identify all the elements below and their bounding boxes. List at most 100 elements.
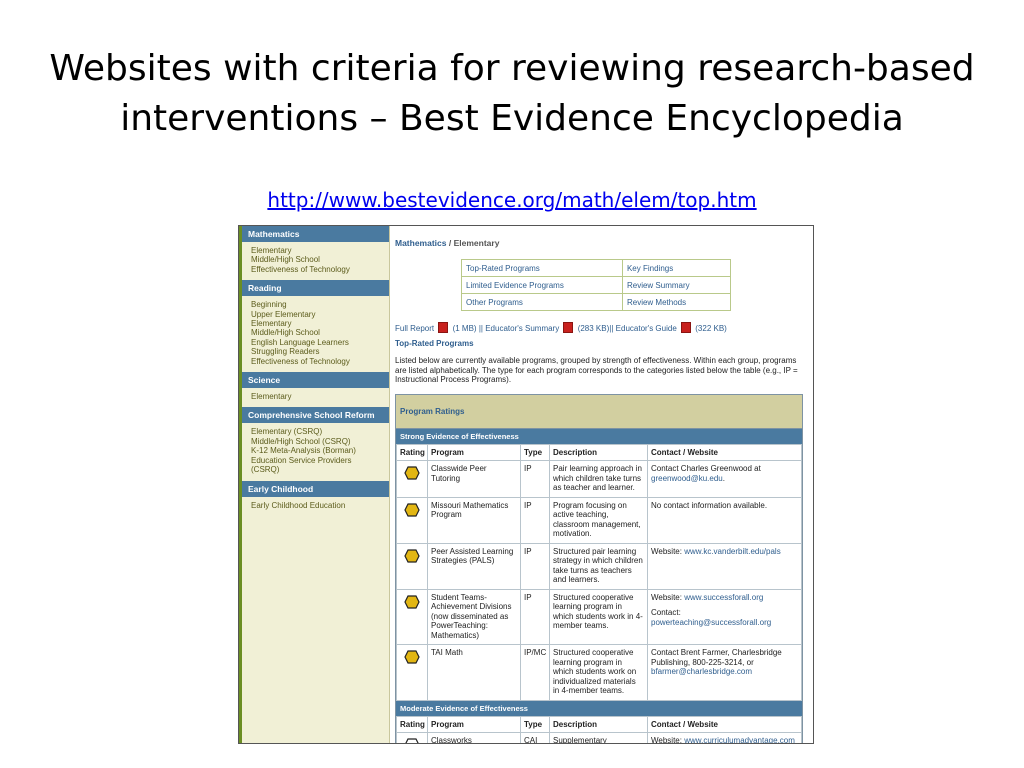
rating-cell [396, 644, 428, 701]
sidebar-item-education-service-providers[interactable]: Education Service Providers [251, 456, 381, 465]
slide-title: Websites with criteria for reviewing res… [0, 44, 1024, 144]
sidebar-list: Early Childhood Education [242, 497, 389, 516]
breadcrumb-mathematics[interactable]: Mathematics [395, 238, 447, 248]
sidebar-item-upper-elementary[interactable]: Upper Elementary [251, 310, 381, 319]
sidebar-item-elementary[interactable]: Elementary [251, 319, 381, 328]
sidebar-item-effectiveness-of-technology[interactable]: Effectiveness of Technology [251, 357, 381, 366]
contact-cell: Website: www.successforall.org Contact: po… [647, 588, 802, 645]
website-screenshot: Mathematics Elementary Middle/High School E… [238, 225, 814, 744]
rating-cell [396, 731, 428, 743]
rating-cell [396, 496, 428, 544]
contact-link[interactable]: www.curriculumadvantage.com [684, 736, 795, 744]
program-description: Structured cooperative learning program … [549, 644, 648, 701]
contact-link[interactable]: greenwood@ku.edu [651, 474, 723, 483]
ratings-table: Rating Program Type Description Contact / We… [396, 715, 802, 744]
sidebar-item-middle-high-school-csrq[interactable]: Middle/High School (CSRQ) [251, 437, 381, 446]
program-name: Missouri Mathematics Program [427, 496, 521, 544]
sidebar-item-middle-high-school[interactable]: Middle/High School [251, 328, 381, 337]
slide-url-link[interactable]: http://www.bestevidence.org/math/elem/to… [267, 188, 756, 212]
contact-link[interactable]: bfarmer@charlesbridge.com [651, 667, 752, 676]
program-ratings-table: Program Ratings Strong Evidence of Effec… [395, 394, 803, 744]
sidebar-section-comprehensive-school-reform: Comprehensive School Reform Elementary (C… [242, 407, 389, 480]
slide-url-link-container: http://www.bestevidence.org/math/elem/to… [0, 188, 1024, 212]
program-name: Classwide Peer Tutoring [427, 460, 521, 498]
sidebar-heading-science[interactable]: Science [242, 372, 389, 389]
program-name: Peer Assisted Learning Strategies (PALS) [427, 542, 521, 590]
nav-key-findings[interactable]: Key Findings [621, 259, 732, 277]
sidebar-item-english-language-learners[interactable]: English Language Learners [251, 338, 381, 347]
nav-review-summary[interactable]: Review Summary [621, 276, 732, 294]
table-row: Classwide Peer Tutoring IP Pair learning a… [396, 460, 802, 498]
sidebar-stripe [239, 226, 242, 743]
nav-review-methods[interactable]: Review Methods [621, 293, 732, 311]
sidebar-item-k-12-meta-analysis-borman[interactable]: K-12 Meta-Analysis (Borman) [251, 446, 381, 455]
sidebar-item-beginning[interactable]: Beginning [251, 300, 381, 309]
strong-evidence-rating-icon [404, 548, 420, 563]
sidebar-heading-reading[interactable]: Reading [242, 280, 389, 297]
contact-link[interactable]: www.kc.vanderbilt.edu/pals [684, 547, 781, 556]
column-header-rating: Rating [396, 444, 428, 461]
breadcrumb-elementary: Elementary [453, 238, 500, 248]
nav-other-programs[interactable]: Other Programs [461, 293, 623, 311]
intro-text: Listed below are currently available pro… [395, 356, 798, 384]
sidebar-item-elementary-csrq[interactable]: Elementary (CSRQ) [251, 427, 381, 436]
rating-groups: Strong Evidence of Effectiveness Rating Pr… [396, 429, 802, 744]
column-header-type: Type [520, 444, 550, 461]
nav-limited-evidence-programs[interactable]: Limited Evidence Programs [461, 276, 623, 294]
program-type: IP/MC [520, 644, 550, 701]
pdf-icon[interactable] [681, 322, 692, 333]
program-description: Structured cooperative learning program … [549, 588, 648, 645]
sidebar-item-effectiveness-of-technology[interactable]: Effectiveness of Technology [251, 265, 381, 274]
sidebar-list: Beginning Upper Elementary Elementary Middl… [242, 296, 389, 372]
slide-title-line-2: interventions – Best Evidence Encycloped… [120, 98, 904, 139]
column-header-program: Program [427, 715, 521, 733]
contact-text: No contact information available. [651, 500, 768, 510]
pdf-icon[interactable] [563, 322, 574, 333]
program-type: IP [520, 588, 550, 645]
evidence-band-strong-evidence-of-effectiveness: Strong Evidence of Effectiveness [396, 429, 802, 444]
strong-evidence-rating-icon [404, 502, 420, 517]
sidebar: Mathematics Elementary Middle/High School E… [239, 226, 390, 743]
moderate-evidence-rating-icon [405, 737, 419, 743]
column-header-type: Type [520, 715, 550, 733]
sidebar-heading-comprehensive-school-reform[interactable]: Comprehensive School Reform [242, 407, 389, 424]
program-type: IP [520, 496, 550, 544]
contact-text: Website: [651, 735, 685, 744]
sidebar-item-csrq[interactable]: (CSRQ) [251, 465, 381, 474]
educators-summary-link[interactable]: Educator's Summary [485, 324, 559, 333]
sidebar-sections: Mathematics Elementary Middle/High School E… [239, 226, 389, 516]
contact-link-2[interactable]: powerteaching@successforall.org [651, 618, 798, 628]
sidebar-heading-mathematics[interactable]: Mathematics [242, 226, 389, 242]
nav-top-rated-programs[interactable]: Top-Rated Programs [461, 259, 623, 277]
sidebar-item-middle-high-school[interactable]: Middle/High School [251, 255, 381, 264]
educators-summary-size: (283 KB)|| [577, 324, 614, 333]
full-report-size: (1 MB) || [452, 324, 483, 333]
table-row: Student Teams-Achievement Divisions (now… [396, 588, 802, 645]
sidebar-section-early-childhood: Early Childhood Early Childhood Education [242, 480, 389, 516]
table-header-row: Rating Program Type Description Contact / We… [396, 715, 802, 733]
section-nav-table: Top-Rated Programs Key Findings Limited … [461, 259, 732, 311]
sidebar-item-elementary[interactable]: Elementary [251, 392, 381, 401]
educators-guide-size: (322 KB) [695, 324, 727, 333]
sidebar-list: Elementary [242, 388, 389, 407]
sidebar-heading-early-childhood[interactable]: Early Childhood [242, 480, 389, 497]
pdf-icon[interactable] [438, 322, 449, 333]
section-title: Top-Rated Programs [395, 339, 474, 348]
breadcrumb: Mathematics / Elementary [395, 238, 499, 248]
contact-link[interactable]: www.successforall.org [684, 593, 763, 602]
program-description: Structured pair learning strategy in whi… [549, 542, 648, 590]
program-name: Classworks [427, 731, 521, 743]
sidebar-item-early-childhood-education[interactable]: Early Childhood Education [251, 501, 381, 510]
table-row: ClassworksCAISupplementary integrated le… [396, 731, 802, 744]
sidebar-item-elementary[interactable]: Elementary [251, 246, 381, 255]
full-report-link[interactable]: Full Report [395, 324, 434, 333]
program-description: Program focusing on active teaching, cla… [549, 496, 648, 544]
breadcrumb-separator: / [446, 238, 454, 248]
sidebar-item-struggling-readers[interactable]: Struggling Readers [251, 347, 381, 356]
contact-text: Website: [651, 592, 685, 602]
contact-cell: Contact Brent Farmer, Charlesbridge Publ… [647, 644, 802, 701]
program-type: IP [520, 542, 550, 590]
contact-cell: Contact Charles Greenwood at greenwood@k… [647, 460, 802, 498]
educators-guide-link[interactable]: Educator's Guide [616, 324, 677, 333]
contact-cell: Website: www.curriculumadvantage.com [647, 731, 802, 744]
